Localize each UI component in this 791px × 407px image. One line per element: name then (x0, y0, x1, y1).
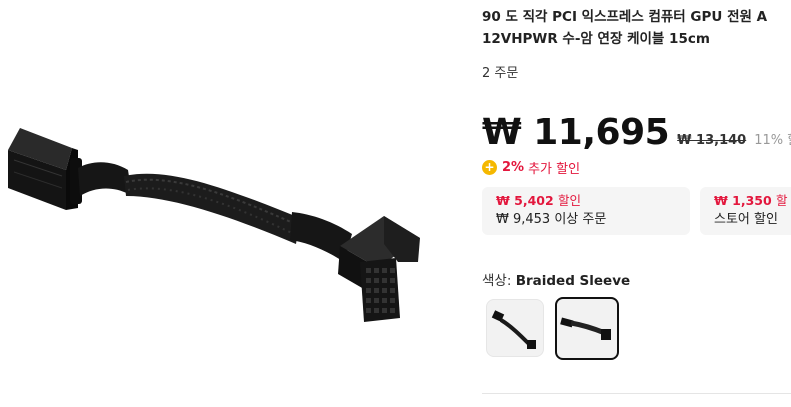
coin-icon: + (482, 160, 497, 175)
product-info-panel: 90 도 직각 PCI 익스프레스 컴퓨터 GPU 전원 A 12VHPWR 수… (482, 0, 791, 407)
braided-cable-thumbnail (560, 317, 611, 340)
coupon-condition: ₩ 9,453 이상 주문 (496, 212, 607, 227)
price-row: ₩ 11,695 ₩ 13,140 11% 할 (482, 112, 791, 153)
left-connector-shape (8, 128, 82, 210)
section-divider (482, 393, 791, 394)
order-count: 2 주문 (482, 66, 519, 81)
original-price: ₩ 13,140 (677, 133, 747, 148)
coupon-label: 할 (776, 193, 788, 208)
color-value: Braided Sleeve (515, 273, 631, 289)
product-title-line2: 12VHPWR 수-암 연장 케이블 15cm (482, 31, 710, 47)
extra-discount-label: 추가 할인 (528, 162, 581, 177)
color-option-cable[interactable] (486, 299, 544, 357)
color-selection-label: 색상: Braided Sleeve (482, 269, 630, 289)
discount-percent: 11% 할 (754, 133, 791, 148)
extra-discount-pct: 2% (502, 160, 525, 175)
right-connector-shape (338, 216, 420, 322)
coupon-amount: ₩ 5,402 (496, 193, 554, 208)
product-main-image[interactable] (0, 0, 470, 407)
extra-discount: + 2% 추가 할인 (482, 158, 580, 177)
color-key: 색상: (482, 273, 512, 289)
coupon-amount: ₩ 1,350 (714, 193, 772, 208)
cable-product-photo (8, 128, 420, 322)
coupon-label: 할인 (558, 193, 582, 208)
sale-price: ₩ 11,695 (482, 112, 670, 153)
coupon-condition: 스토어 할인 (714, 212, 778, 227)
product-title: 90 도 직각 PCI 익스프레스 컴퓨터 GPU 전원 A 12VHPWR 수… (482, 6, 791, 50)
product-title-line1: 90 도 직각 PCI 익스프레스 컴퓨터 GPU 전원 A (482, 9, 768, 25)
coupon-card-2[interactable]: ₩ 1,350 할 스토어 할인 (700, 187, 791, 235)
coupon-card-1[interactable]: ₩ 5,402 할인 ₩ 9,453 이상 주문 (482, 187, 690, 235)
cable-thumbnail (491, 310, 536, 349)
color-option-braided-sleeve[interactable] (555, 297, 619, 360)
